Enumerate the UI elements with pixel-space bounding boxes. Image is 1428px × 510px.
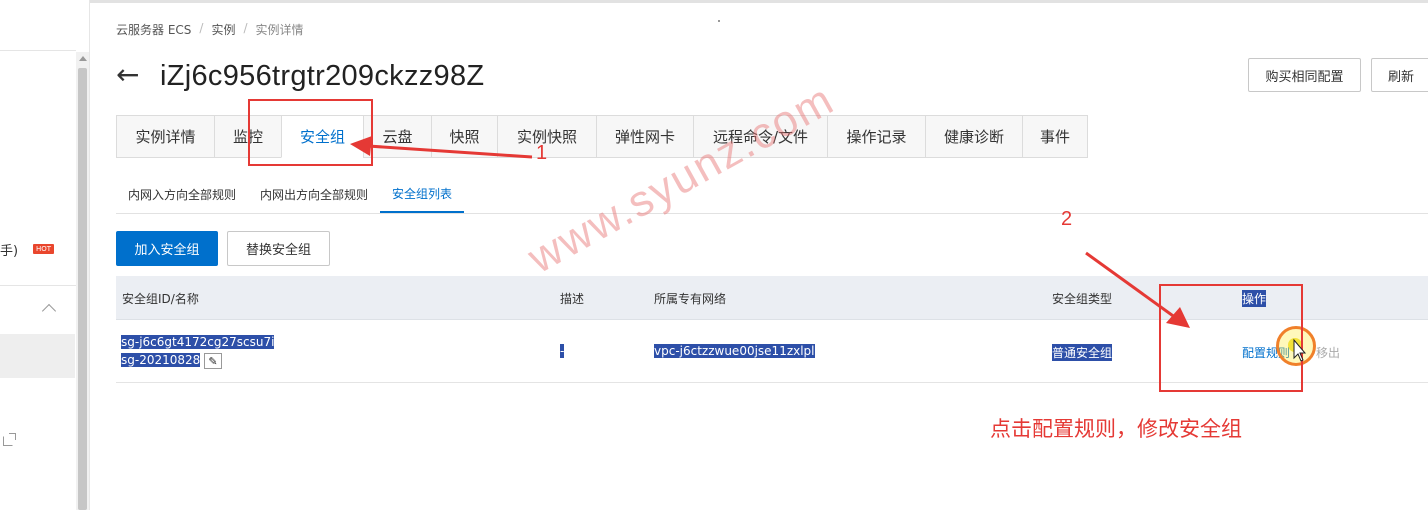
hot-badge: HOT	[33, 244, 55, 254]
tab-operation-log[interactable]: 操作记录	[827, 115, 925, 158]
tab-instance-detail[interactable]: 实例详情	[116, 115, 214, 158]
annotation-step-2: 2	[1061, 208, 1073, 230]
ecs-console-page: 手) HOT 云服务器 ECS / 实例 / 实例详情 ← iZj6c956tr…	[0, 0, 1428, 510]
subtab-inbound-rules[interactable]: 内网入方向全部规则	[116, 176, 248, 213]
top-bar-shadow	[0, 0, 1428, 3]
breadcrumb-ecs[interactable]: 云服务器 ECS	[116, 21, 191, 38]
breadcrumb-separator: /	[199, 21, 204, 35]
scroll-up-arrow-icon[interactable]	[79, 56, 87, 61]
back-arrow-icon[interactable]: ←	[116, 60, 139, 90]
tab-snapshot[interactable]: 快照	[431, 115, 497, 158]
annotation-instruction: 点击配置规则，修改安全组	[990, 417, 1242, 441]
tab-cloud-disk[interactable]: 云盘	[363, 115, 431, 158]
tab-remote-command[interactable]: 远程命令/文件	[693, 115, 827, 158]
breadcrumb-instances[interactable]: 实例	[211, 21, 235, 38]
annotation-box-security-tab	[248, 99, 373, 166]
security-group-vpc[interactable]: vpc-j6ctzzwue00jse11zxlpl	[654, 344, 815, 358]
buy-same-config-button[interactable]: 购买相同配置	[1248, 58, 1361, 92]
subtab-outbound-rules[interactable]: 内网出方向全部规则	[248, 176, 380, 213]
sidebar-divider-top	[0, 50, 76, 51]
external-link-icon[interactable]	[3, 433, 16, 446]
replace-security-group-button[interactable]: 替换安全组	[227, 231, 330, 266]
refresh-button[interactable]: 刷新	[1371, 58, 1428, 92]
tab-eni[interactable]: 弹性网卡	[596, 115, 693, 158]
header-vpc: 所属专有网络	[654, 292, 727, 306]
remove-link[interactable]: 移出	[1316, 344, 1340, 361]
tab-health-diagnosis[interactable]: 健康诊断	[925, 115, 1022, 158]
sidebar-divider	[0, 285, 76, 286]
breadcrumb-current: 实例详情	[255, 23, 304, 37]
subtab-security-group-list[interactable]: 安全组列表	[380, 176, 465, 213]
header-description: 描述	[560, 292, 585, 306]
chevron-up-icon[interactable]	[41, 303, 57, 319]
left-sidebar: 手) HOT	[0, 0, 90, 510]
annotation-box-operations	[1159, 284, 1303, 392]
sidebar-scrollbar-thumb[interactable]	[78, 68, 87, 510]
security-group-id[interactable]: sg-j6c6gt4172cg27scsu7i	[121, 335, 275, 349]
dot-marker	[718, 20, 720, 22]
security-group-type: 普通安全组	[1052, 344, 1113, 361]
annotation-step-1: 1	[536, 142, 548, 164]
header-type: 安全组类型	[1052, 292, 1113, 306]
security-group-description: -	[560, 344, 565, 358]
security-group-name: sg-20210828	[121, 353, 201, 367]
breadcrumb: 云服务器 ECS / 实例 / 实例详情	[116, 21, 304, 38]
sidebar-item-active[interactable]	[0, 334, 75, 378]
tab-events[interactable]: 事件	[1022, 115, 1088, 158]
pencil-edit-icon[interactable]: ✎	[204, 353, 222, 369]
add-security-group-button[interactable]: 加入安全组	[116, 231, 218, 266]
header-id-name: 安全组ID/名称	[122, 292, 199, 306]
page-title: iZj6c956trgtr209ckzz98Z	[160, 60, 485, 92]
security-subtabs: 内网入方向全部规则 内网出方向全部规则 安全组列表	[116, 176, 1428, 214]
sidebar-item-partial[interactable]: 手)	[0, 240, 18, 259]
breadcrumb-separator: /	[243, 21, 248, 35]
